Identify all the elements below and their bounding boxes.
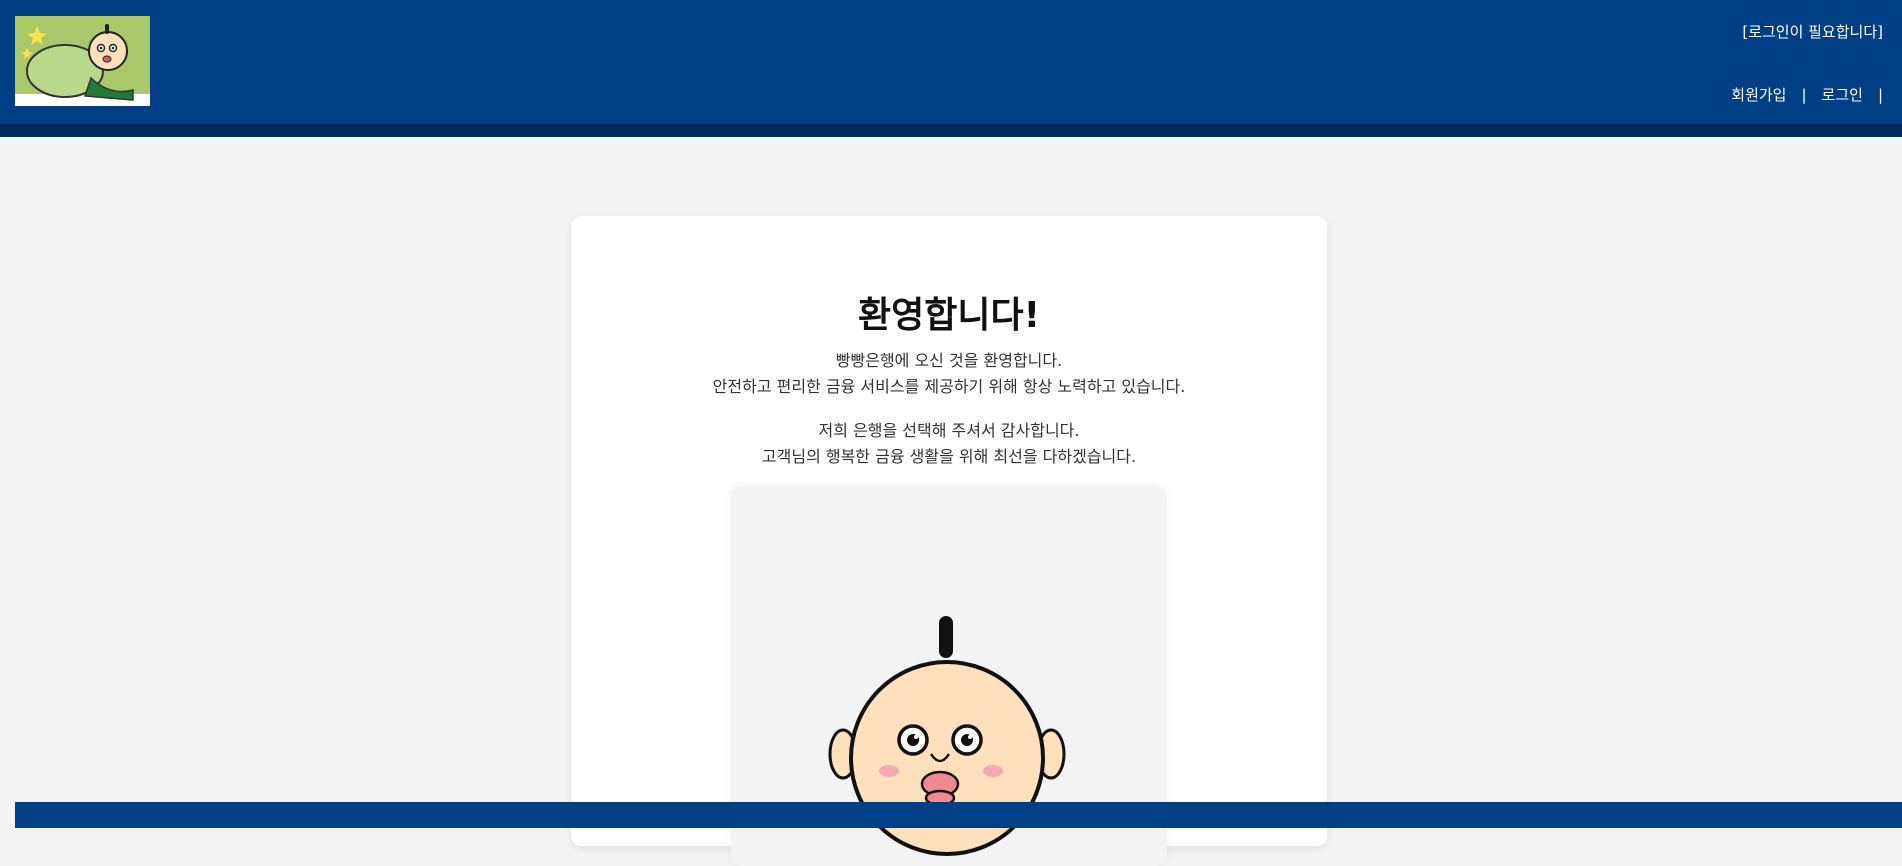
thanks-paragraph: 저희 은행을 선택해 주셔서 감사합니다. 고객님의 행복한 금융 생활을 위해… [571, 418, 1327, 470]
login-required-notice: [로그인이 필요합니다] [1742, 23, 1883, 41]
thanks-line-2: 고객님의 행복한 금융 생활을 위해 최선을 다하겠습니다. [761, 447, 1137, 466]
welcome-title: 환영합니다! [857, 295, 1041, 336]
header-nav: 회원가입 | 로그인 | [1731, 84, 1883, 105]
intro-line-2: 안전하고 편리한 금융 서비스를 제공하기 위해 항상 노력하고 있습니다. [712, 377, 1186, 396]
site-header: [로그인이 필요합니다] 회원가입 | 로그인 | [0, 0, 1902, 124]
intro-line-1: 빵빵은행에 오신 것을 환영합니다. [835, 351, 1063, 370]
nav-separator: | [1877, 85, 1883, 104]
bank-logo[interactable] [15, 16, 150, 106]
welcome-card: 환영합니다! 빵빵은행에 오신 것을 환영합니다. 안전하고 편리한 금융 서비… [571, 216, 1327, 866]
header-strip [0, 124, 1902, 137]
signup-link[interactable]: 회원가입 [1731, 84, 1786, 105]
nav-separator: | [1801, 85, 1807, 104]
login-link[interactable]: 로그인 [1822, 84, 1863, 105]
site-footer [15, 802, 1902, 828]
thanks-line-1: 저희 은행을 선택해 주셔서 감사합니다. [818, 421, 1080, 440]
intro-paragraph: 빵빵은행에 오신 것을 환영합니다. 안전하고 편리한 금융 서비스를 제공하기… [571, 348, 1327, 400]
